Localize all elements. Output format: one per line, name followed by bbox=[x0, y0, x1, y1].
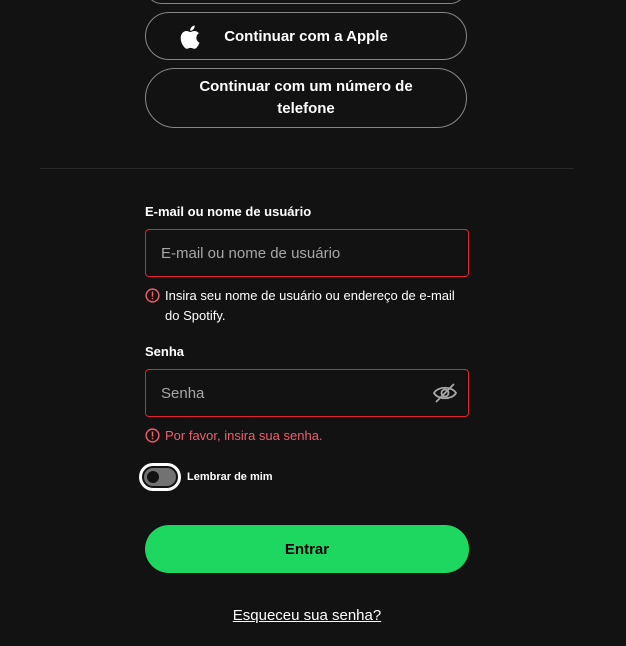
email-error-text: Insira seu nome de usuário ou endereço d… bbox=[165, 288, 455, 323]
remember-me-label: Lembrar de mim bbox=[187, 471, 273, 483]
continue-with-apple-button[interactable]: Continuar com a Apple bbox=[145, 12, 467, 60]
toggle-knob bbox=[147, 471, 159, 483]
email-field[interactable] bbox=[146, 230, 468, 276]
email-error: Insira seu nome de usuário ou endereço d… bbox=[145, 286, 475, 326]
email-field-wrapper bbox=[145, 229, 469, 277]
remember-me-toggle[interactable] bbox=[139, 463, 181, 491]
remember-me-row: Lembrar de mim bbox=[139, 463, 273, 491]
login-page: Continuar com a Apple Continuar com um n… bbox=[0, 0, 626, 646]
eye-hidden-icon[interactable] bbox=[432, 381, 458, 405]
password-error-text: Por favor, insira sua senha. bbox=[165, 428, 323, 443]
password-field[interactable] bbox=[146, 370, 468, 416]
error-icon bbox=[145, 288, 160, 303]
login-button[interactable]: Entrar bbox=[145, 525, 469, 573]
password-error: Por favor, insira sua senha. bbox=[145, 426, 475, 446]
email-label: E-mail ou nome de usuário bbox=[145, 204, 312, 219]
social-login-button-partial[interactable] bbox=[145, 0, 467, 4]
continue-with-phone-button[interactable]: Continuar com um número de telefone bbox=[145, 68, 467, 128]
password-field-wrapper bbox=[145, 369, 469, 417]
divider bbox=[40, 168, 574, 169]
phone-button-label: Continuar com um número de telefone bbox=[199, 78, 413, 117]
error-icon bbox=[145, 428, 160, 443]
forgot-password-link[interactable]: Esqueceu sua senha? bbox=[0, 607, 614, 624]
password-label: Senha bbox=[145, 344, 185, 359]
apple-icon bbox=[180, 25, 200, 49]
apple-button-label: Continuar com a Apple bbox=[224, 27, 388, 45]
